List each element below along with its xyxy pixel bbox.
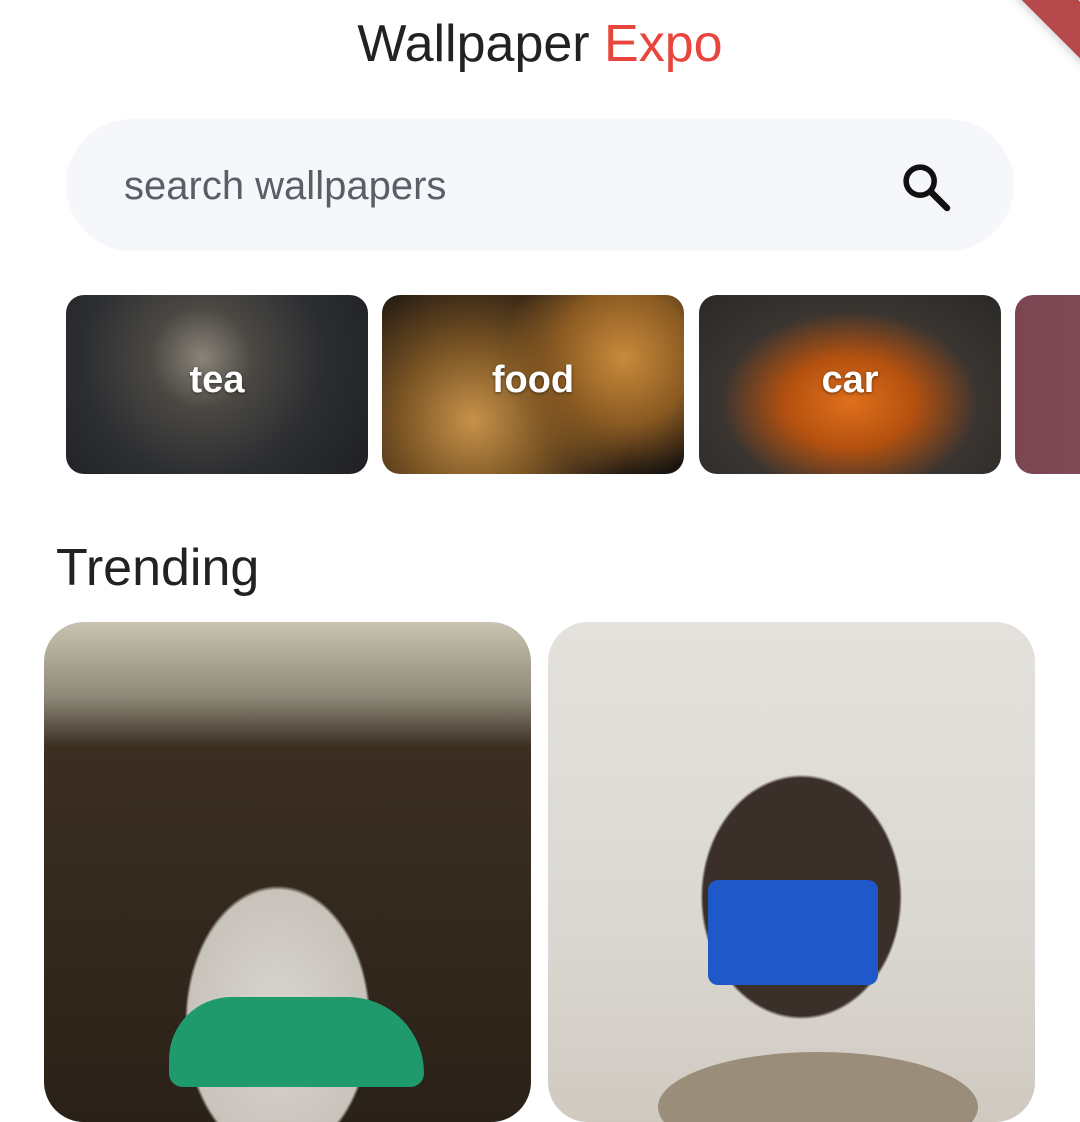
category-label: food — [491, 359, 575, 401]
wallpaper-tile[interactable] — [44, 622, 531, 1122]
category-tea[interactable]: tea — [66, 295, 368, 474]
trending-heading: Trending — [56, 539, 260, 597]
category-label: tea — [189, 359, 245, 401]
category-food[interactable]: food — [382, 295, 684, 474]
wallpaper-tile[interactable] — [548, 622, 1035, 1122]
scarf-image-detail — [658, 1052, 978, 1122]
search-input[interactable] — [122, 119, 886, 253]
search-icon[interactable] — [898, 159, 954, 215]
camera-image-detail — [708, 880, 878, 985]
title-main: Wallpaper — [357, 15, 590, 73]
title-accent: Expo — [604, 15, 723, 73]
category-car[interactable]: car — [699, 295, 1001, 474]
app-title: Wallpaper Expo — [0, 14, 1080, 74]
category-label: car — [821, 359, 879, 401]
car-image-detail — [169, 997, 424, 1087]
category-partial[interactable] — [1015, 295, 1080, 474]
search-bar — [66, 119, 1014, 253]
category-list: tea food car — [66, 295, 1080, 474]
